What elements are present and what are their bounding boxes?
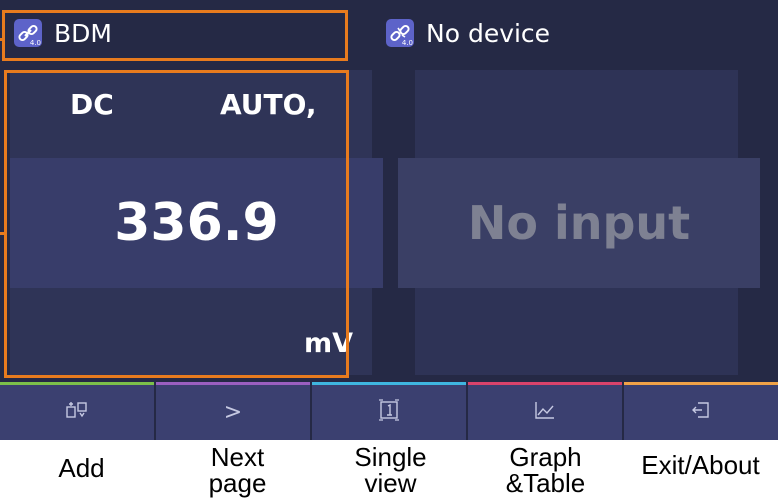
caption-single: Single view	[313, 444, 468, 496]
add-icon	[66, 401, 88, 424]
caption-graph: Graph &Table	[468, 444, 623, 496]
single-view-button[interactable]	[312, 382, 466, 440]
no-input-value: No input	[398, 158, 760, 288]
graph-table-button[interactable]	[468, 382, 622, 440]
caption-exit: Exit/About	[641, 450, 760, 480]
add-button[interactable]	[0, 382, 154, 440]
caption-graph-line1: Graph	[509, 442, 582, 472]
chevron-right-icon: >	[223, 399, 243, 425]
caption-next-line2: page	[208, 468, 267, 498]
exit-icon	[691, 400, 711, 425]
caption-add: Add	[58, 453, 105, 483]
right-device-name: No device	[426, 18, 551, 48]
next-page-button[interactable]: >	[156, 382, 310, 440]
status-highlight-box	[2, 10, 348, 61]
caption-next: Next page	[160, 444, 315, 496]
meter-screen: 4.0 BDM 4.0 No device DC AUTO, 336.9 No …	[0, 0, 778, 440]
reading-highlight-box	[4, 70, 349, 378]
exit-about-button[interactable]	[624, 382, 778, 440]
single-view-icon	[377, 399, 401, 426]
broken-link-icon: 4.0	[386, 19, 414, 47]
caption-next-line1: Next	[210, 442, 265, 472]
caption-single-line2: view	[364, 468, 417, 498]
caption-graph-line2: &Table	[505, 468, 586, 498]
right-device-status[interactable]: 4.0 No device	[386, 0, 550, 66]
graph-icon	[534, 400, 556, 425]
status-callout-line	[0, 38, 4, 41]
reading-callout-line	[0, 232, 6, 235]
caption-single-line1: Single	[354, 442, 427, 472]
link-version: 4.0	[401, 39, 413, 47]
soft-key-bar: >	[0, 382, 778, 440]
